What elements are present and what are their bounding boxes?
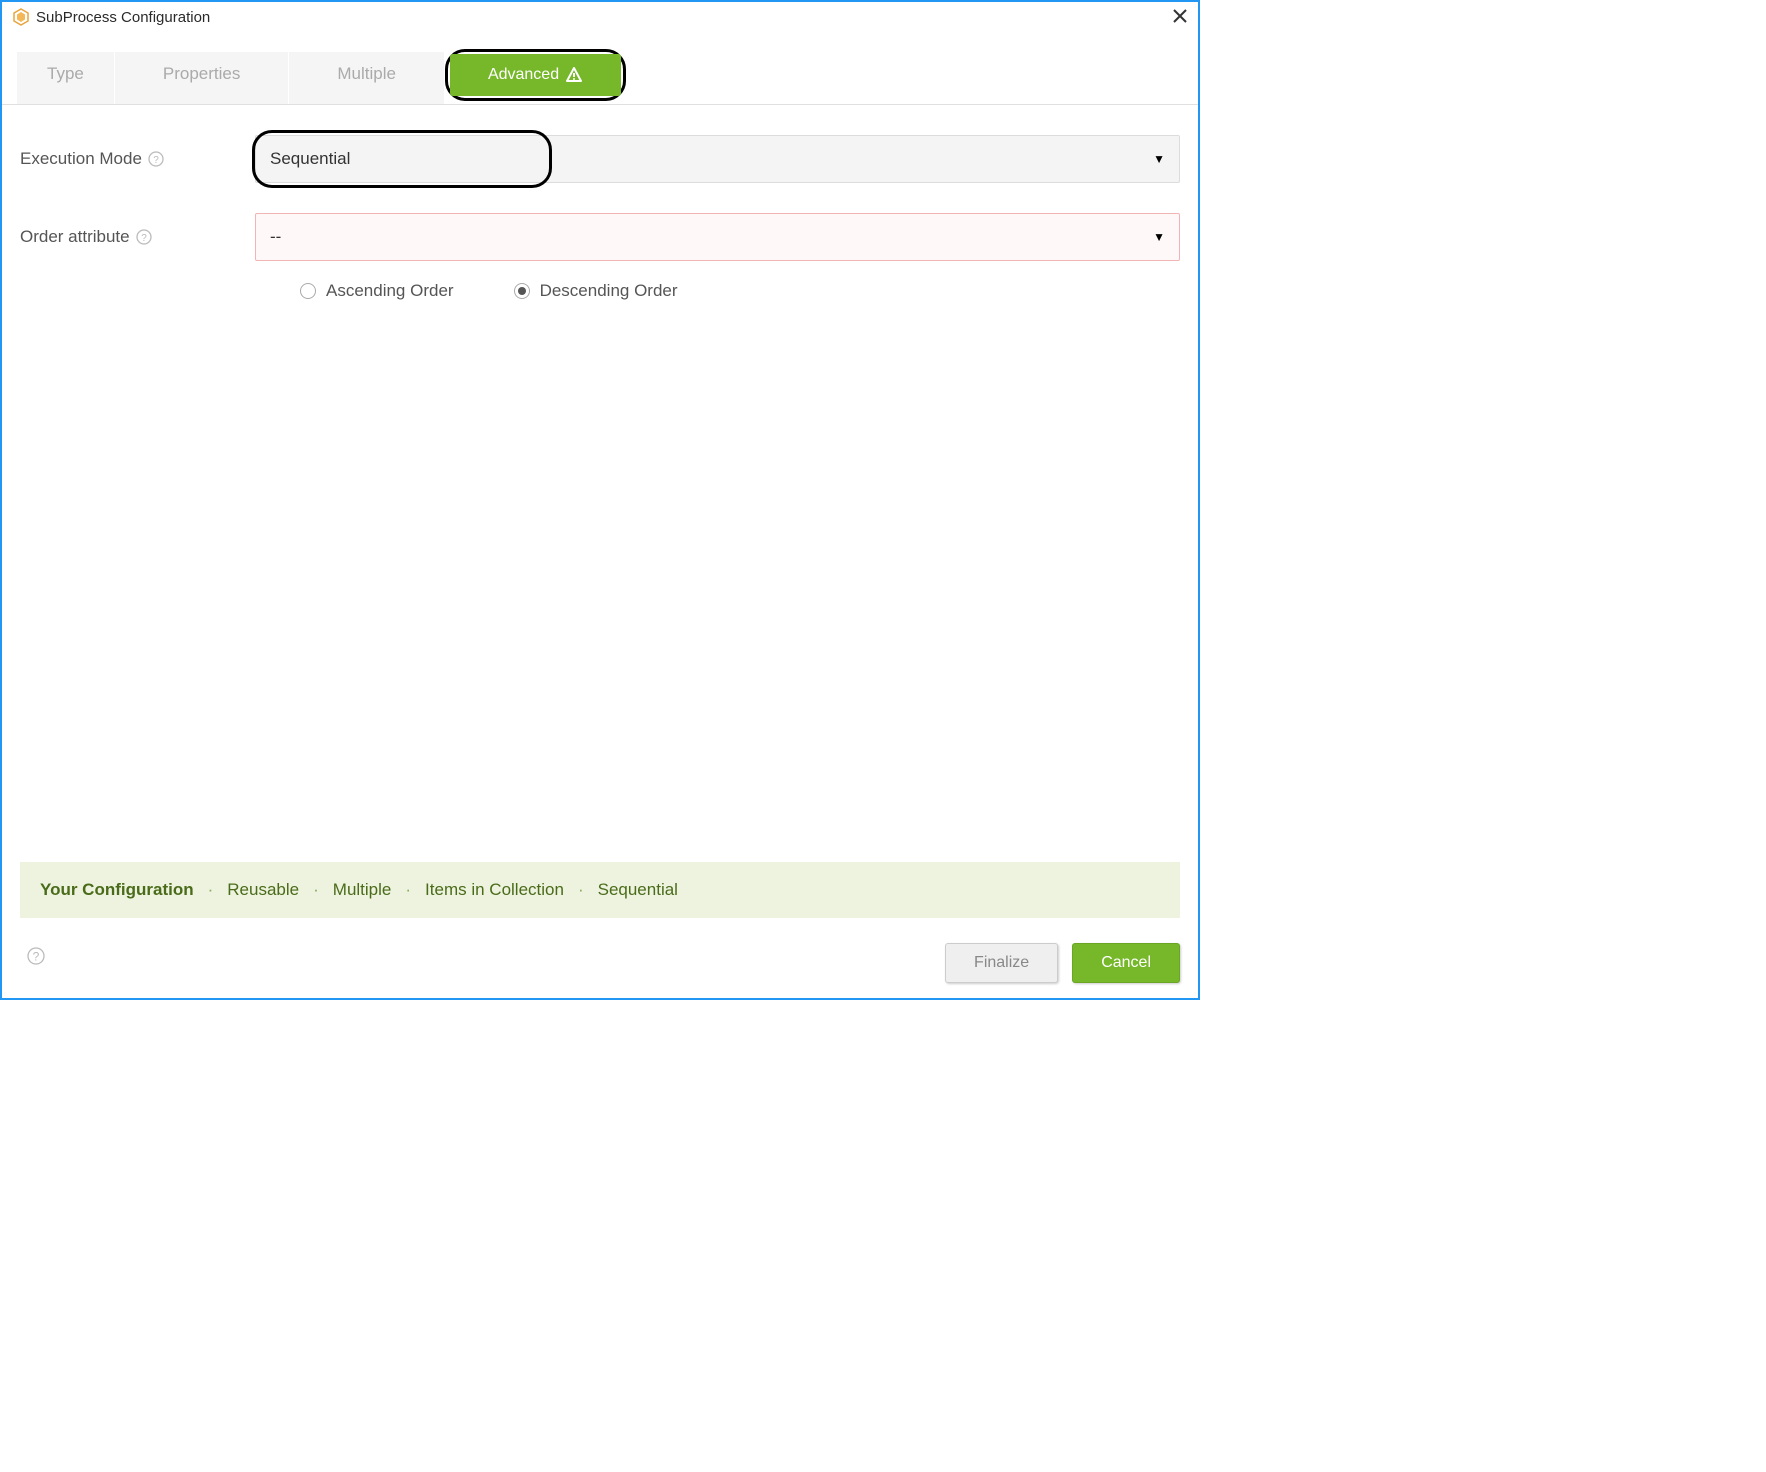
svg-text:?: ? bbox=[141, 233, 147, 244]
help-icon[interactable]: ? bbox=[148, 151, 164, 167]
execution-mode-label-cell: Execution Mode ? bbox=[20, 149, 255, 169]
descending-radio-item[interactable]: Descending Order bbox=[514, 281, 678, 301]
summary-item: Sequential bbox=[598, 880, 678, 900]
close-icon[interactable] bbox=[1172, 8, 1188, 28]
summary-label: Your Configuration bbox=[40, 880, 194, 900]
chevron-down-icon: ▼ bbox=[1153, 152, 1165, 166]
app-icon bbox=[12, 8, 30, 26]
execution-mode-select[interactable]: Sequential ▼ bbox=[255, 135, 1180, 183]
tab-advanced-highlight: Advanced bbox=[445, 49, 626, 101]
execution-mode-label: Execution Mode bbox=[20, 149, 142, 169]
footer: Finalize Cancel bbox=[2, 928, 1198, 998]
tab-advanced-label: Advanced bbox=[488, 66, 559, 84]
summary-sep: · bbox=[578, 880, 584, 900]
execution-mode-value: Sequential bbox=[270, 149, 350, 169]
order-attribute-select-cell: -- ▼ bbox=[255, 213, 1180, 261]
descending-label: Descending Order bbox=[540, 281, 678, 301]
ascending-radio[interactable] bbox=[300, 283, 316, 299]
summary-sep: · bbox=[208, 880, 214, 900]
order-attribute-label-cell: Order attribute ? bbox=[20, 227, 255, 247]
tab-type[interactable]: Type bbox=[17, 52, 114, 104]
summary-sep: · bbox=[405, 880, 411, 900]
finalize-button[interactable]: Finalize bbox=[945, 943, 1058, 983]
tab-properties[interactable]: Properties bbox=[115, 52, 288, 104]
summary-sep: · bbox=[313, 880, 319, 900]
window-title: SubProcess Configuration bbox=[36, 9, 210, 26]
summary-item: Items in Collection bbox=[425, 880, 564, 900]
order-attribute-value: -- bbox=[270, 227, 281, 247]
order-attribute-label: Order attribute bbox=[20, 227, 130, 247]
order-direction-radios: Ascending Order Descending Order bbox=[300, 281, 1180, 301]
tab-advanced[interactable]: Advanced bbox=[450, 54, 621, 96]
ascending-label: Ascending Order bbox=[326, 281, 454, 301]
execution-mode-row: Execution Mode ? Sequential ▼ bbox=[20, 135, 1180, 183]
tabs: Type Properties Multiple Advanced bbox=[2, 52, 1198, 105]
order-attribute-select[interactable]: -- ▼ bbox=[255, 213, 1180, 261]
ascending-radio-item[interactable]: Ascending Order bbox=[300, 281, 454, 301]
descending-radio[interactable] bbox=[514, 283, 530, 299]
content-area: Execution Mode ? Sequential ▼ Order attr… bbox=[2, 105, 1198, 321]
execution-mode-select-cell: Sequential ▼ bbox=[255, 135, 1180, 183]
cancel-button[interactable]: Cancel bbox=[1072, 943, 1180, 983]
svg-text:?: ? bbox=[153, 155, 159, 166]
warning-icon bbox=[565, 66, 583, 84]
summary-item: Reusable bbox=[227, 880, 299, 900]
summary-bar: Your Configuration · Reusable · Multiple… bbox=[20, 862, 1180, 918]
order-attribute-row: Order attribute ? -- ▼ bbox=[20, 213, 1180, 261]
chevron-down-icon: ▼ bbox=[1153, 230, 1165, 244]
summary-item: Multiple bbox=[333, 880, 392, 900]
tab-multiple[interactable]: Multiple bbox=[289, 52, 444, 104]
help-icon[interactable]: ? bbox=[136, 229, 152, 245]
titlebar: SubProcess Configuration bbox=[2, 2, 1198, 32]
